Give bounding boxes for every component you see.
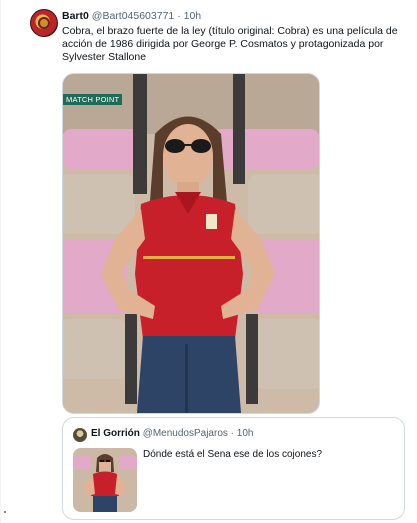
tweet-media-image[interactable]: MATCH POINT bbox=[62, 73, 320, 414]
tweet-card[interactable]: Bart0 @Bart045603771 · 10h Cobra, el bra… bbox=[0, 0, 417, 523]
thumbnail-illustration bbox=[73, 448, 137, 512]
quote-author-avatar[interactable] bbox=[73, 428, 87, 442]
quote-author-name[interactable]: El Gorrión bbox=[91, 428, 140, 439]
thread-indicator-dot bbox=[4, 511, 6, 513]
quote-timestamp[interactable]: 10h bbox=[237, 428, 254, 439]
author-handle[interactable]: @Bart045603771 bbox=[92, 10, 174, 22]
separator-dot: · bbox=[177, 10, 181, 22]
tweet-header: Bart0 @Bart045603771 · 10h bbox=[62, 10, 201, 22]
quote-separator-dot: · bbox=[230, 428, 235, 439]
quote-text: Dónde está el Sena ese de los cojones? bbox=[143, 449, 323, 460]
tweet-timestamp[interactable]: 10h bbox=[184, 10, 202, 22]
photo-illustration bbox=[63, 74, 319, 413]
quote-media-thumbnail[interactable] bbox=[73, 448, 137, 512]
quoted-tweet[interactable]: El Gorrión @MenudosPajaros · 10h Dónde e… bbox=[62, 417, 405, 520]
author-name[interactable]: Bart0 bbox=[62, 10, 89, 22]
author-avatar[interactable] bbox=[30, 9, 58, 37]
tweet-text: Cobra, el brazo fuerte de la ley (título… bbox=[62, 25, 398, 63]
match-point-overlay-label: MATCH POINT bbox=[63, 94, 123, 105]
quote-author-handle[interactable]: @MenudosPajaros bbox=[143, 428, 228, 439]
quote-header: El Gorrión @MenudosPajaros · 10h bbox=[91, 428, 253, 439]
